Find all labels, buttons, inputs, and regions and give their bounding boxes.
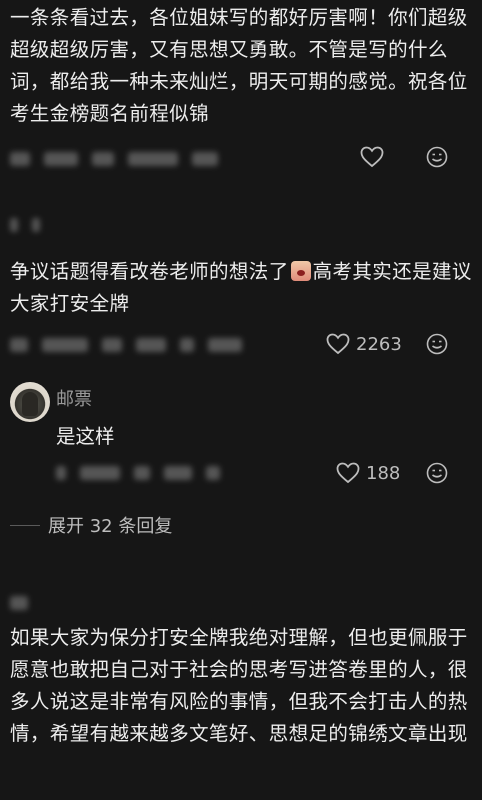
comment-2-meta-blurred bbox=[10, 334, 310, 358]
comment-1-like-button[interactable] bbox=[360, 146, 390, 168]
comment-2-emoji-button[interactable] bbox=[426, 333, 448, 355]
comment-1-meta-blurred bbox=[10, 148, 310, 172]
comment-2-text-start: 争议话题得看改卷老师的想法了 bbox=[10, 260, 289, 283]
heart-outline-icon bbox=[360, 146, 384, 168]
comment-2-text: 争议话题得看改卷老师的想法了 高考其实还是建议大家打安全牌 bbox=[10, 256, 472, 320]
comment-2-like-count: 2263 bbox=[356, 333, 402, 355]
crying-face-emoji bbox=[290, 261, 311, 281]
reply-emoji-button[interactable] bbox=[426, 462, 448, 484]
expand-replies-button[interactable]: 展开 32 条回复 bbox=[10, 512, 172, 538]
reply-avatar[interactable] bbox=[10, 382, 50, 422]
heart-outline-icon bbox=[336, 462, 360, 484]
emoji-face-icon bbox=[426, 146, 448, 168]
reply-meta-blurred bbox=[56, 462, 276, 486]
reply-text: 是这样 bbox=[56, 425, 115, 448]
reply-like-button[interactable]: 188 bbox=[336, 462, 400, 484]
comment-3-user-blurred bbox=[10, 592, 70, 616]
comment-2-like-button[interactable]: 2263 bbox=[326, 333, 402, 355]
reply-username[interactable]: 邮票 bbox=[56, 385, 92, 411]
expand-replies-label: 展开 32 条回复 bbox=[48, 516, 173, 537]
heart-outline-icon bbox=[326, 333, 350, 355]
comment-1-emoji-button[interactable] bbox=[426, 146, 448, 168]
expand-divider bbox=[10, 524, 40, 526]
reply-like-count: 188 bbox=[366, 462, 401, 484]
comment-1-text: 一条条看过去，各位姐妹写的都好厉害啊！你们超级超级超级厉害，又有思想又勇敢。不管… bbox=[10, 6, 468, 125]
comment-feed: 一条条看过去，各位姐妹写的都好厉害啊！你们超级超级超级厉害，又有思想又勇敢。不管… bbox=[0, 0, 482, 800]
emoji-face-icon bbox=[426, 462, 448, 484]
emoji-face-icon bbox=[426, 333, 448, 355]
comment-3-text: 如果大家为保分打安全牌我绝对理解，但也更佩服于愿意也敢把自己对于社会的思考写进答… bbox=[10, 626, 468, 745]
comment-2-user-blurred bbox=[10, 214, 90, 238]
